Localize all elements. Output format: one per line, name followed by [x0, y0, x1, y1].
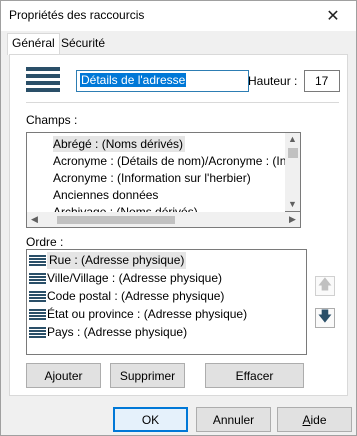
field-lines-icon: [29, 290, 46, 303]
scroll-up-icon[interactable]: ▲: [288, 134, 297, 144]
shortcut-lines-icon: [26, 67, 60, 93]
title-bar: Propriétés des raccourcis ✕: [1, 1, 356, 31]
fields-vertical-scrollbar[interactable]: ▲ ▼: [285, 132, 301, 212]
tab-security[interactable]: Sécurité: [57, 34, 109, 54]
arrow-up-icon: 🡅: [317, 276, 333, 292]
scroll-thumb[interactable]: [57, 216, 175, 224]
field-lines-icon: [29, 254, 46, 267]
list-item[interactable]: Pays : (Adresse physique): [29, 324, 187, 341]
help-label-rest: ide: [310, 412, 327, 427]
order-label: Ordre :: [26, 235, 64, 249]
move-up-button[interactable]: 🡅: [315, 276, 335, 296]
list-item-label: Rue : (Adresse physique): [47, 252, 187, 269]
scroll-down-icon[interactable]: ▼: [288, 199, 297, 209]
field-lines-icon: [29, 308, 46, 321]
clear-button[interactable]: Effacer: [205, 363, 304, 388]
tab-general[interactable]: Général: [7, 33, 60, 55]
scroll-thumb[interactable]: [288, 148, 298, 158]
height-input[interactable]: 17: [304, 70, 340, 92]
tab-security-label: Sécurité: [61, 36, 106, 50]
field-lines-icon: [29, 326, 46, 339]
arrow-down-icon: 🡇: [317, 308, 333, 324]
ok-button[interactable]: OK: [113, 407, 188, 432]
list-item[interactable]: Rue : (Adresse physique): [29, 252, 187, 269]
list-item-label: Pays : (Adresse physique): [47, 325, 188, 339]
list-item[interactable]: Acronyme : (Information sur l'herbier): [53, 170, 251, 186]
window-title: Propriétés des raccourcis: [9, 8, 145, 22]
height-label: Hauteur :: [248, 74, 298, 88]
list-item[interactable]: Anciennes données: [53, 187, 158, 203]
help-mnemonic: A: [302, 412, 311, 427]
scroll-right-icon[interactable]: ▶: [289, 214, 296, 225]
scroll-left-icon[interactable]: ◀: [31, 214, 38, 225]
list-item[interactable]: Ville/Village : (Adresse physique): [29, 270, 222, 287]
close-icon: ✕: [326, 8, 340, 25]
shortcut-properties-window: Propriétés des raccourcis ✕ Général Sécu…: [0, 0, 357, 436]
shortcut-name-value: Détails de l'adresse: [80, 73, 187, 87]
add-button[interactable]: Ajouter: [26, 363, 101, 388]
fields-label: Champs :: [26, 113, 78, 127]
list-item[interactable]: Code postal : (Adresse physique): [29, 288, 224, 305]
list-item-label: État ou province : (Adresse physique): [47, 307, 248, 321]
shortcut-name-input[interactable]: Détails de l'adresse: [76, 70, 249, 92]
move-down-button[interactable]: 🡇: [315, 308, 335, 328]
separator: [26, 102, 339, 103]
help-button[interactable]: Aide: [277, 407, 352, 432]
cancel-button[interactable]: Annuler: [196, 407, 271, 432]
list-item[interactable]: Abrégé : (Noms dérivés): [53, 136, 186, 152]
field-lines-icon: [29, 272, 46, 285]
close-button[interactable]: ✕: [310, 1, 356, 31]
list-item-label: Code postal : (Adresse physique): [47, 289, 225, 303]
general-tab-panel: Détails de l'adresse Hauteur : 17 Champs…: [9, 54, 348, 396]
fields-horizontal-scrollbar[interactable]: ◀ ▶: [26, 212, 301, 228]
order-list[interactable]: Rue : (Adresse physique) Ville/Village :…: [26, 249, 307, 355]
list-item[interactable]: État ou province : (Adresse physique): [29, 306, 247, 323]
remove-button[interactable]: Supprimer: [110, 363, 185, 388]
list-item[interactable]: Acronyme : (Détails de nom)/Acronyme : (…: [53, 153, 300, 169]
list-item-label: Ville/Village : (Adresse physique): [47, 271, 222, 285]
tab-general-label: Général: [12, 36, 55, 50]
